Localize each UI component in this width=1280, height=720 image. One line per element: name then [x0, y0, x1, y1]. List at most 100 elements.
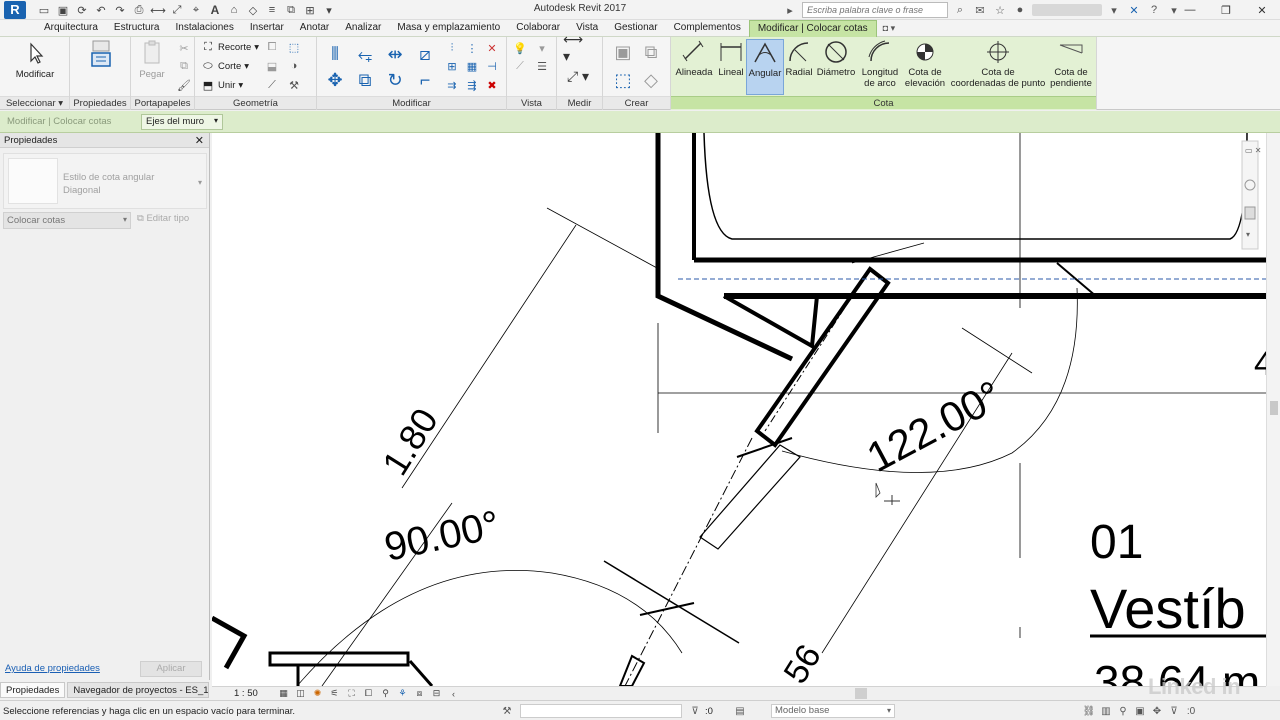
align-icon[interactable]: ⫴ [323, 43, 347, 65]
aligned-dimension-icon[interactable]: ⤢ [169, 2, 185, 18]
copy-element-icon[interactable]: ⧉ [353, 69, 377, 91]
navbar-close-icon[interactable]: ▭ ✕ [1245, 146, 1261, 155]
trim-extend-icon[interactable]: ⌐ [413, 69, 437, 91]
select-underlay-icon[interactable]: ▥ [1099, 704, 1113, 718]
measure-between-icon[interactable]: ⟷ ▾ [563, 31, 593, 64]
unpin-icon[interactable]: ✕ [485, 41, 499, 55]
filter-selection-icon[interactable]: ⊽ [1167, 704, 1181, 718]
show-hidden-icon[interactable]: ☰ [535, 59, 549, 73]
create-group-icon[interactable]: ⬚ [611, 69, 635, 91]
hammer-icon[interactable]: ⚒ [287, 78, 301, 92]
paste-button[interactable]: Pegar [135, 39, 169, 80]
wall-joins-icon[interactable]: ⧠ [265, 40, 279, 54]
array-icon[interactable]: ⋮ [465, 41, 479, 55]
tab-analizar[interactable]: Analizar [337, 20, 389, 37]
move-icon[interactable]: ✥ [323, 69, 347, 91]
sun-path-icon[interactable]: ✺ [310, 687, 325, 700]
close-icon[interactable]: ✕ [195, 134, 204, 147]
select-by-face-icon[interactable]: ▣ [1133, 704, 1147, 718]
text-icon[interactable]: A [207, 2, 223, 18]
sync-icon[interactable]: ⟳ [74, 2, 90, 18]
unlocked-3d-icon[interactable]: ⚲ [378, 687, 393, 700]
mirror-axis-icon[interactable]: ⇹ [383, 43, 407, 65]
aligned-dimension-button[interactable]: Alineada [673, 39, 715, 78]
user-name[interactable] [1032, 4, 1102, 16]
tab-complementos[interactable]: Complementos [666, 20, 749, 37]
ribbon-minimize-icon[interactable]: ◘ ▾ [877, 20, 901, 36]
modify-button[interactable]: Modificar [6, 39, 64, 80]
select-links-icon[interactable]: ⛓ [1082, 704, 1096, 718]
measure-icon[interactable]: ⟷ [150, 2, 166, 18]
linear-dimension-180[interactable]: 1.80 [374, 401, 446, 482]
favorites-star-icon[interactable]: ☆ [992, 2, 1008, 18]
temporary-hide-icon[interactable]: ⚘ [395, 687, 410, 700]
array-grid-icon[interactable]: ▦ [465, 59, 479, 73]
qat-dropdown-icon[interactable]: ▾ [321, 2, 337, 18]
help-icon[interactable]: ? [1146, 2, 1162, 18]
mirror-draw-icon[interactable]: ⧄ [413, 43, 437, 65]
linear-dimension-56[interactable]: 56 [777, 638, 829, 686]
tab-navegador-proyectos[interactable]: Navegador de proyectos - ES_1... [67, 682, 210, 698]
type-selector[interactable]: Estilo de cota angular Diagonal ▾ [3, 153, 207, 209]
horizontal-scroll-thumb[interactable] [855, 688, 867, 699]
select-pinned-icon[interactable]: ⚲ [1116, 704, 1130, 718]
tab-colaborar[interactable]: Colaborar [508, 20, 568, 37]
reference-select[interactable]: Ejes del muro ▾ [141, 114, 223, 130]
create-similar-icon[interactable]: ◇ [639, 69, 663, 91]
navigation-bar[interactable]: ▭ ✕ ▾ [1241, 140, 1261, 250]
filter-count-icon[interactable]: :0 [1184, 704, 1198, 718]
detail-level-icon[interactable]: ▦ [276, 687, 291, 700]
angular-dimension-122[interactable]: 122.00° [859, 371, 1009, 481]
3d-view-icon[interactable]: ⌂ [226, 2, 242, 18]
tag-icon[interactable]: ⌖ [188, 2, 204, 18]
linework-icon[interactable]: ▾ [535, 41, 549, 55]
create-assembly-icon[interactable]: ▣ [611, 41, 635, 63]
tab-estructura[interactable]: Estructura [106, 20, 168, 37]
recorte-button[interactable]: ⛶ Recorte ▾ [201, 40, 259, 54]
split-face-icon[interactable]: ⬓ [265, 59, 279, 73]
tab-modificar-colocar-cotas[interactable]: Modificar | Colocar cotas [748, 20, 877, 37]
type-properties-button[interactable] [84, 39, 118, 69]
radial-dimension-button[interactable]: Radial [784, 39, 814, 78]
chevron-down-icon[interactable]: ▾ [1106, 2, 1122, 18]
trim-single-icon[interactable]: ⊣ [485, 59, 499, 73]
thin-lines-icon[interactable]: ≡ [264, 2, 280, 18]
worksharing-display-icon[interactable]: ⊟ [429, 687, 444, 700]
angular-dimension-90[interactable]: 90.00° [381, 503, 504, 570]
close-hidden-icon[interactable]: ⧉ [283, 2, 299, 18]
tab-propiedades[interactable]: Propiedades [0, 682, 66, 698]
drag-elements-icon[interactable]: ✥ [1150, 704, 1164, 718]
section-icon[interactable]: ◇ [245, 2, 261, 18]
paint-icon[interactable]: ◑ [287, 59, 301, 73]
spot-elevation-button[interactable]: Cota de elevación [902, 39, 948, 89]
override-graphics-icon[interactable]: 💡 [513, 41, 527, 55]
reveal-hidden-icon[interactable]: ⧈ [412, 687, 427, 700]
tab-instalaciones[interactable]: Instalaciones [168, 20, 242, 37]
tab-masa-emplazamiento[interactable]: Masa y emplazamiento [389, 20, 508, 37]
search-input[interactable] [802, 2, 948, 18]
switch-windows-icon[interactable]: ⊞ [302, 2, 318, 18]
corte-button[interactable]: ⬭ Corte ▾ [201, 59, 249, 73]
hide-icon[interactable]: ⟋ [513, 59, 527, 73]
show-crop-icon[interactable]: ⧠ [361, 687, 376, 700]
filter-icon[interactable]: ⊽ [688, 704, 702, 718]
pin-icon[interactable]: ⇉ [445, 78, 459, 92]
linear-dimension-button[interactable]: Lineal [715, 39, 747, 78]
navbar-dropdown-icon[interactable]: ▾ [1246, 230, 1250, 239]
arc-length-dimension-button[interactable]: Longitud de arco [858, 39, 902, 89]
scale-icon[interactable]: ⊞ [445, 59, 459, 73]
rotate-icon[interactable]: ↻ [383, 69, 407, 91]
spot-coordinate-button[interactable]: Cota de coordenadas de punto [948, 39, 1048, 89]
redo-icon[interactable]: ↷ [112, 2, 128, 18]
create-parts-icon[interactable]: ⧉ [639, 41, 663, 63]
design-option-select[interactable]: Modelo base ▾ [771, 704, 895, 718]
diameter-dimension-button[interactable]: Diámetro [814, 39, 858, 78]
drawing-area[interactable]: 122.00° 90.00° 1.80 56 01 Vestíb 38.64 m… [212, 133, 1266, 686]
apply-button[interactable]: Aplicar [140, 661, 202, 677]
tab-insertar[interactable]: Insertar [242, 20, 292, 37]
zoom-icon[interactable] [1244, 206, 1256, 220]
shadows-icon[interactable]: ⚟ [327, 687, 342, 700]
tab-arquitectura[interactable]: Arquitectura [36, 20, 106, 37]
restore-icon[interactable]: ❐ [1208, 0, 1244, 20]
floor-plan[interactable]: 122.00° 90.00° 1.80 56 01 Vestíb 38.64 m… [212, 133, 1266, 686]
